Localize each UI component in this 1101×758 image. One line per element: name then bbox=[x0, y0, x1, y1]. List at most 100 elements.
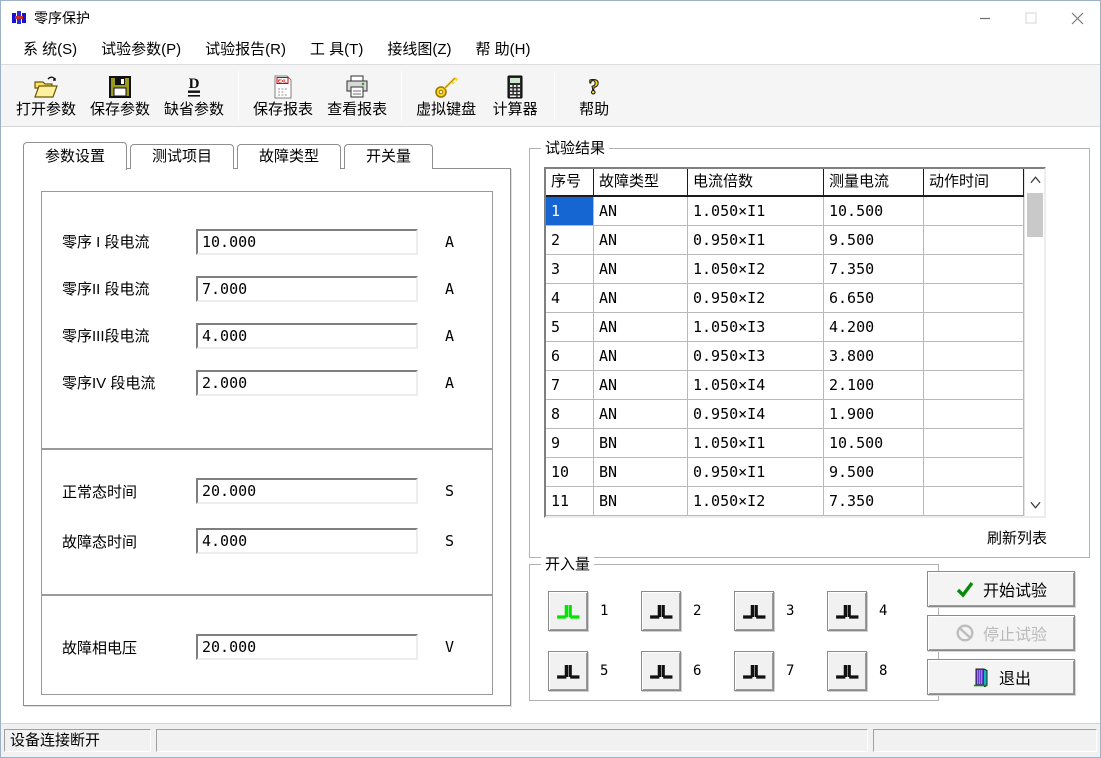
param-input[interactable] bbox=[196, 528, 418, 554]
grid-header-cell[interactable]: 动作时间 bbox=[924, 169, 1024, 197]
start-test-button[interactable]: 开始试验 bbox=[927, 571, 1075, 607]
table-row[interactable]: 9BN1.050×I110.500 bbox=[546, 429, 1024, 458]
toolbar-button-default-params[interactable]: D 缺省参数 bbox=[157, 71, 231, 121]
results-scrollbar[interactable] bbox=[1024, 169, 1044, 516]
table-cell[interactable]: 5 bbox=[546, 313, 594, 342]
table-row[interactable]: 7AN1.050×I42.100 bbox=[546, 371, 1024, 400]
table-cell[interactable]: BN bbox=[594, 429, 688, 458]
menu-item-1[interactable]: 试验参数(P) bbox=[89, 36, 193, 63]
toolbar-button-virtual-keyboard[interactable]: 虚拟键盘 bbox=[409, 71, 483, 121]
table-cell[interactable]: 1.050×I4 bbox=[688, 371, 824, 400]
table-cell[interactable]: 1.050×I1 bbox=[688, 197, 824, 226]
table-cell[interactable]: 1 bbox=[546, 197, 594, 226]
table-cell[interactable]: 1.050×I2 bbox=[688, 487, 824, 516]
table-cell[interactable]: 2.100 bbox=[824, 371, 924, 400]
toolbar-button-save-report[interactable]: EXL 保存报表 bbox=[246, 71, 320, 121]
table-cell[interactable]: 1.050×I3 bbox=[688, 313, 824, 342]
scrollbar-down-button[interactable] bbox=[1025, 494, 1045, 516]
menu-item-5[interactable]: 帮 助(H) bbox=[463, 36, 542, 63]
table-cell[interactable] bbox=[924, 458, 1024, 487]
table-cell[interactable] bbox=[924, 284, 1024, 313]
switch-button-4[interactable] bbox=[827, 591, 867, 631]
table-cell[interactable]: 0.950×I2 bbox=[688, 284, 824, 313]
table-cell[interactable] bbox=[924, 371, 1024, 400]
table-cell[interactable]: AN bbox=[594, 400, 688, 429]
param-input[interactable] bbox=[196, 323, 418, 349]
exit-button[interactable]: 退出 bbox=[927, 659, 1075, 695]
table-row[interactable]: 11BN1.050×I27.350 bbox=[546, 487, 1024, 516]
tab-2[interactable]: 故障类型 bbox=[237, 144, 341, 169]
table-cell[interactable]: AN bbox=[594, 284, 688, 313]
table-cell[interactable]: AN bbox=[594, 313, 688, 342]
table-cell[interactable] bbox=[924, 400, 1024, 429]
switch-button-5[interactable] bbox=[548, 651, 588, 691]
table-row[interactable]: 2AN0.950×I19.500 bbox=[546, 226, 1024, 255]
table-cell[interactable]: 7.350 bbox=[824, 255, 924, 284]
table-cell[interactable]: 7 bbox=[546, 371, 594, 400]
table-cell[interactable]: 1.900 bbox=[824, 400, 924, 429]
tab-1[interactable]: 测试项目 bbox=[130, 144, 234, 169]
table-cell[interactable]: BN bbox=[594, 458, 688, 487]
table-cell[interactable]: AN bbox=[594, 255, 688, 284]
param-input[interactable] bbox=[196, 478, 418, 504]
table-cell[interactable]: 11 bbox=[546, 487, 594, 516]
minimize-button[interactable] bbox=[962, 1, 1008, 35]
toolbar-button-calculator[interactable]: 计算器 bbox=[483, 71, 547, 121]
tab-3[interactable]: 开关量 bbox=[344, 144, 433, 169]
param-input[interactable] bbox=[196, 229, 418, 255]
switch-button-3[interactable] bbox=[734, 591, 774, 631]
table-cell[interactable]: 7.350 bbox=[824, 487, 924, 516]
param-input[interactable] bbox=[196, 276, 418, 302]
table-cell[interactable]: 0.950×I4 bbox=[688, 400, 824, 429]
table-cell[interactable] bbox=[924, 226, 1024, 255]
table-cell[interactable]: 9.500 bbox=[824, 226, 924, 255]
scrollbar-up-button[interactable] bbox=[1025, 169, 1045, 191]
table-cell[interactable]: 3.800 bbox=[824, 342, 924, 371]
table-cell[interactable]: AN bbox=[594, 342, 688, 371]
table-cell[interactable]: 0.950×I1 bbox=[688, 458, 824, 487]
param-input[interactable] bbox=[196, 634, 418, 660]
grid-header-cell[interactable]: 电流倍数 bbox=[688, 169, 824, 197]
table-cell[interactable]: 8 bbox=[546, 400, 594, 429]
switch-button-6[interactable] bbox=[641, 651, 681, 691]
menu-item-0[interactable]: 系 统(S) bbox=[11, 36, 89, 63]
table-row[interactable]: 6AN0.950×I33.800 bbox=[546, 342, 1024, 371]
scrollbar-thumb[interactable] bbox=[1027, 193, 1043, 237]
table-cell[interactable]: AN bbox=[594, 197, 688, 226]
param-input[interactable] bbox=[196, 370, 418, 396]
table-cell[interactable]: 4 bbox=[546, 284, 594, 313]
table-cell[interactable] bbox=[924, 197, 1024, 226]
tab-0[interactable]: 参数设置 bbox=[23, 142, 127, 170]
menu-item-4[interactable]: 接线图(Z) bbox=[375, 36, 463, 63]
table-cell[interactable]: 10 bbox=[546, 458, 594, 487]
toolbar-button-view-report[interactable]: 查看报表 bbox=[320, 71, 394, 121]
switch-button-8[interactable] bbox=[827, 651, 867, 691]
table-cell[interactable] bbox=[924, 429, 1024, 458]
table-cell[interactable]: 2 bbox=[546, 226, 594, 255]
table-cell[interactable]: 6 bbox=[546, 342, 594, 371]
toolbar-button-save-params[interactable]: 保存参数 bbox=[83, 71, 157, 121]
table-cell[interactable]: 3 bbox=[546, 255, 594, 284]
table-row[interactable]: 10BN0.950×I19.500 bbox=[546, 458, 1024, 487]
grid-header-cell[interactable]: 故障类型 bbox=[594, 169, 688, 197]
switch-button-1[interactable] bbox=[548, 591, 588, 631]
table-cell[interactable]: 10.500 bbox=[824, 429, 924, 458]
switch-button-7[interactable] bbox=[734, 651, 774, 691]
maximize-button[interactable] bbox=[1008, 1, 1054, 35]
table-row[interactable]: 3AN1.050×I27.350 bbox=[546, 255, 1024, 284]
grid-header-cell[interactable]: 序号 bbox=[546, 169, 594, 197]
table-row[interactable]: 1AN1.050×I110.500 bbox=[546, 197, 1024, 226]
close-button[interactable] bbox=[1054, 1, 1100, 35]
table-cell[interactable]: AN bbox=[594, 371, 688, 400]
toolbar-button-open-params[interactable]: 打开参数 bbox=[9, 71, 83, 121]
table-cell[interactable]: 9 bbox=[546, 429, 594, 458]
switch-button-2[interactable] bbox=[641, 591, 681, 631]
table-cell[interactable]: 9.500 bbox=[824, 458, 924, 487]
menu-item-2[interactable]: 试验报告(R) bbox=[193, 36, 298, 63]
table-row[interactable]: 8AN0.950×I41.900 bbox=[546, 400, 1024, 429]
table-cell[interactable] bbox=[924, 342, 1024, 371]
table-cell[interactable]: 0.950×I3 bbox=[688, 342, 824, 371]
table-cell[interactable] bbox=[924, 255, 1024, 284]
table-cell[interactable] bbox=[924, 313, 1024, 342]
table-cell[interactable]: 1.050×I1 bbox=[688, 429, 824, 458]
